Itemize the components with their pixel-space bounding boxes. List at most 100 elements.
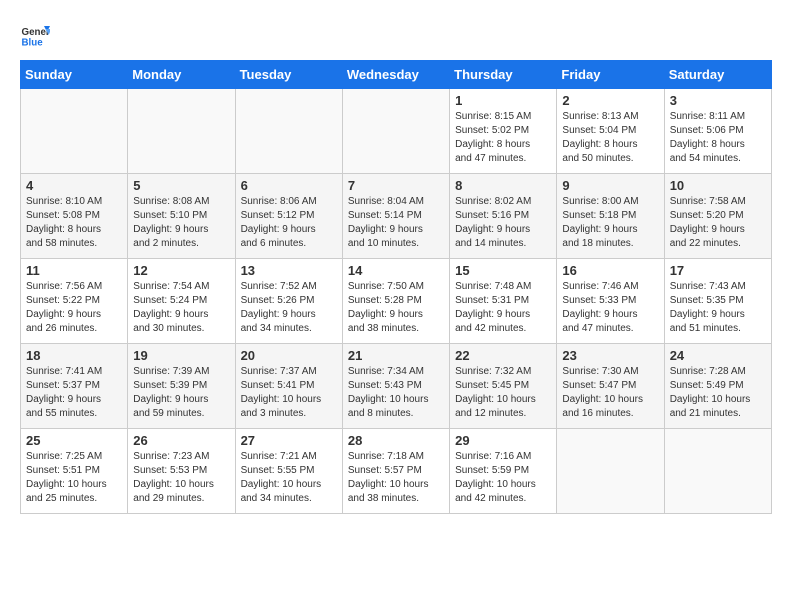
- calendar-cell: 21 Sunrise: 7:34 AM Sunset: 5:43 PM Dayli…: [342, 344, 449, 429]
- day-info: Sunrise: 7:43 AM Sunset: 5:35 PM Dayligh…: [670, 280, 766, 336]
- calendar-cell: 23Sunrise: 7:30 AM Sunset: 5:47 PM Dayli…: [557, 344, 664, 429]
- calendar-cell: 24 Sunrise: 7:28 AM Sunset: 5:49 PM Dayli…: [664, 344, 771, 429]
- calendar-cell: [235, 89, 342, 174]
- calendar-cell: 5 Sunrise: 8:08 AM Sunset: 5:10 PM Daylig…: [128, 174, 235, 259]
- day-info: Sunrise: 7:56 AM Sunset: 5:22 PM Dayligh…: [26, 280, 122, 336]
- day-number: 5: [133, 178, 229, 193]
- day-info: Sunrise: 7:21 AM Sunset: 5:55 PM Dayligh…: [241, 450, 337, 506]
- day-info: Sunrise: 7:58 AM Sunset: 5:20 PM Dayligh…: [670, 195, 766, 251]
- day-number: 18: [26, 348, 122, 363]
- day-number: 7: [348, 178, 444, 193]
- day-number: 8: [455, 178, 551, 193]
- calendar-cell: 12 Sunrise: 7:54 AM Sunset: 5:24 PM Dayli…: [128, 259, 235, 344]
- calendar-cell: [664, 429, 771, 514]
- week-row-2: 4 Sunrise: 8:10 AM Sunset: 5:08 PM Daylig…: [21, 174, 772, 259]
- day-number: 10: [670, 178, 766, 193]
- weekday-header-saturday: Saturday: [664, 61, 771, 89]
- weekday-header-row: SundayMondayTuesdayWednesdayThursdayFrid…: [21, 61, 772, 89]
- day-info: Sunrise: 7:41 AM Sunset: 5:37 PM Dayligh…: [26, 365, 122, 421]
- calendar-cell: 1 Sunrise: 8:15 AM Sunset: 5:02 PM Daylig…: [450, 89, 557, 174]
- day-number: 29: [455, 433, 551, 448]
- logo: General Blue: [20, 20, 54, 50]
- calendar-cell: 4 Sunrise: 8:10 AM Sunset: 5:08 PM Daylig…: [21, 174, 128, 259]
- calendar-cell: 8 Sunrise: 8:02 AM Sunset: 5:16 PM Daylig…: [450, 174, 557, 259]
- day-number: 3: [670, 93, 766, 108]
- calendar-cell: 14Sunrise: 7:50 AM Sunset: 5:28 PM Dayli…: [342, 259, 449, 344]
- day-info: Sunrise: 7:52 AM Sunset: 5:26 PM Dayligh…: [241, 280, 337, 336]
- calendar-cell: 22 Sunrise: 7:32 AM Sunset: 5:45 PM Dayli…: [450, 344, 557, 429]
- week-row-4: 18 Sunrise: 7:41 AM Sunset: 5:37 PM Dayli…: [21, 344, 772, 429]
- day-number: 12: [133, 263, 229, 278]
- week-row-3: 11 Sunrise: 7:56 AM Sunset: 5:22 PM Dayli…: [21, 259, 772, 344]
- day-number: 13: [241, 263, 337, 278]
- day-number: 17: [670, 263, 766, 278]
- day-number: 16: [562, 263, 658, 278]
- day-number: 22: [455, 348, 551, 363]
- calendar-cell: [128, 89, 235, 174]
- calendar-cell: [557, 429, 664, 514]
- day-number: 2: [562, 93, 658, 108]
- day-number: 26: [133, 433, 229, 448]
- weekday-header-sunday: Sunday: [21, 61, 128, 89]
- day-number: 27: [241, 433, 337, 448]
- day-info: Sunrise: 8:15 AM Sunset: 5:02 PM Dayligh…: [455, 110, 551, 166]
- day-number: 15: [455, 263, 551, 278]
- day-number: 9: [562, 178, 658, 193]
- day-number: 25: [26, 433, 122, 448]
- calendar-cell: 18 Sunrise: 7:41 AM Sunset: 5:37 PM Dayli…: [21, 344, 128, 429]
- weekday-header-tuesday: Tuesday: [235, 61, 342, 89]
- logo-icon: General Blue: [20, 20, 50, 50]
- calendar-cell: 7 Sunrise: 8:04 AM Sunset: 5:14 PM Daylig…: [342, 174, 449, 259]
- calendar-cell: 17 Sunrise: 7:43 AM Sunset: 5:35 PM Dayli…: [664, 259, 771, 344]
- day-info: Sunrise: 8:11 AM Sunset: 5:06 PM Dayligh…: [670, 110, 766, 166]
- calendar-cell: 20Sunrise: 7:37 AM Sunset: 5:41 PM Dayli…: [235, 344, 342, 429]
- day-info: Sunrise: 8:08 AM Sunset: 5:10 PM Dayligh…: [133, 195, 229, 251]
- day-info: Sunrise: 8:13 AM Sunset: 5:04 PM Dayligh…: [562, 110, 658, 166]
- page-header: General Blue: [20, 20, 772, 50]
- day-number: 6: [241, 178, 337, 193]
- day-info: Sunrise: 8:10 AM Sunset: 5:08 PM Dayligh…: [26, 195, 122, 251]
- day-info: Sunrise: 8:04 AM Sunset: 5:14 PM Dayligh…: [348, 195, 444, 251]
- day-info: Sunrise: 7:30 AM Sunset: 5:47 PM Dayligh…: [562, 365, 658, 421]
- calendar-cell: 6 Sunrise: 8:06 AM Sunset: 5:12 PM Daylig…: [235, 174, 342, 259]
- calendar-cell: 15 Sunrise: 7:48 AM Sunset: 5:31 PM Dayli…: [450, 259, 557, 344]
- calendar-cell: 11 Sunrise: 7:56 AM Sunset: 5:22 PM Dayli…: [21, 259, 128, 344]
- day-info: Sunrise: 7:18 AM Sunset: 5:57 PM Dayligh…: [348, 450, 444, 506]
- week-row-5: 25 Sunrise: 7:25 AM Sunset: 5:51 PM Dayli…: [21, 429, 772, 514]
- week-row-1: 1 Sunrise: 8:15 AM Sunset: 5:02 PM Daylig…: [21, 89, 772, 174]
- calendar-cell: 28 Sunrise: 7:18 AM Sunset: 5:57 PM Dayli…: [342, 429, 449, 514]
- day-info: Sunrise: 7:23 AM Sunset: 5:53 PM Dayligh…: [133, 450, 229, 506]
- day-info: Sunrise: 8:02 AM Sunset: 5:16 PM Dayligh…: [455, 195, 551, 251]
- day-number: 4: [26, 178, 122, 193]
- day-number: 1: [455, 93, 551, 108]
- day-number: 19: [133, 348, 229, 363]
- calendar: SundayMondayTuesdayWednesdayThursdayFrid…: [20, 60, 772, 514]
- day-number: 21: [348, 348, 444, 363]
- day-number: 11: [26, 263, 122, 278]
- weekday-header-thursday: Thursday: [450, 61, 557, 89]
- day-info: Sunrise: 7:46 AM Sunset: 5:33 PM Dayligh…: [562, 280, 658, 336]
- calendar-cell: 10 Sunrise: 7:58 AM Sunset: 5:20 PM Dayli…: [664, 174, 771, 259]
- calendar-cell: 9 Sunrise: 8:00 AM Sunset: 5:18 PM Daylig…: [557, 174, 664, 259]
- calendar-cell: [21, 89, 128, 174]
- calendar-cell: 2 Sunrise: 8:13 AM Sunset: 5:04 PM Daylig…: [557, 89, 664, 174]
- day-number: 28: [348, 433, 444, 448]
- day-number: 24: [670, 348, 766, 363]
- day-info: Sunrise: 7:54 AM Sunset: 5:24 PM Dayligh…: [133, 280, 229, 336]
- day-info: Sunrise: 8:06 AM Sunset: 5:12 PM Dayligh…: [241, 195, 337, 251]
- weekday-header-wednesday: Wednesday: [342, 61, 449, 89]
- calendar-cell: 3 Sunrise: 8:11 AM Sunset: 5:06 PM Daylig…: [664, 89, 771, 174]
- calendar-cell: 13 Sunrise: 7:52 AM Sunset: 5:26 PM Dayli…: [235, 259, 342, 344]
- day-info: Sunrise: 7:25 AM Sunset: 5:51 PM Dayligh…: [26, 450, 122, 506]
- calendar-cell: 27 Sunrise: 7:21 AM Sunset: 5:55 PM Dayli…: [235, 429, 342, 514]
- calendar-cell: 29 Sunrise: 7:16 AM Sunset: 5:59 PM Dayli…: [450, 429, 557, 514]
- day-info: Sunrise: 7:48 AM Sunset: 5:31 PM Dayligh…: [455, 280, 551, 336]
- day-info: Sunrise: 8:00 AM Sunset: 5:18 PM Dayligh…: [562, 195, 658, 251]
- day-info: Sunrise: 7:16 AM Sunset: 5:59 PM Dayligh…: [455, 450, 551, 506]
- calendar-cell: [342, 89, 449, 174]
- day-info: Sunrise: 7:34 AM Sunset: 5:43 PM Dayligh…: [348, 365, 444, 421]
- day-info: Sunrise: 7:28 AM Sunset: 5:49 PM Dayligh…: [670, 365, 766, 421]
- day-info: Sunrise: 7:37 AM Sunset: 5:41 PM Dayligh…: [241, 365, 337, 421]
- day-number: 14: [348, 263, 444, 278]
- day-info: Sunrise: 7:32 AM Sunset: 5:45 PM Dayligh…: [455, 365, 551, 421]
